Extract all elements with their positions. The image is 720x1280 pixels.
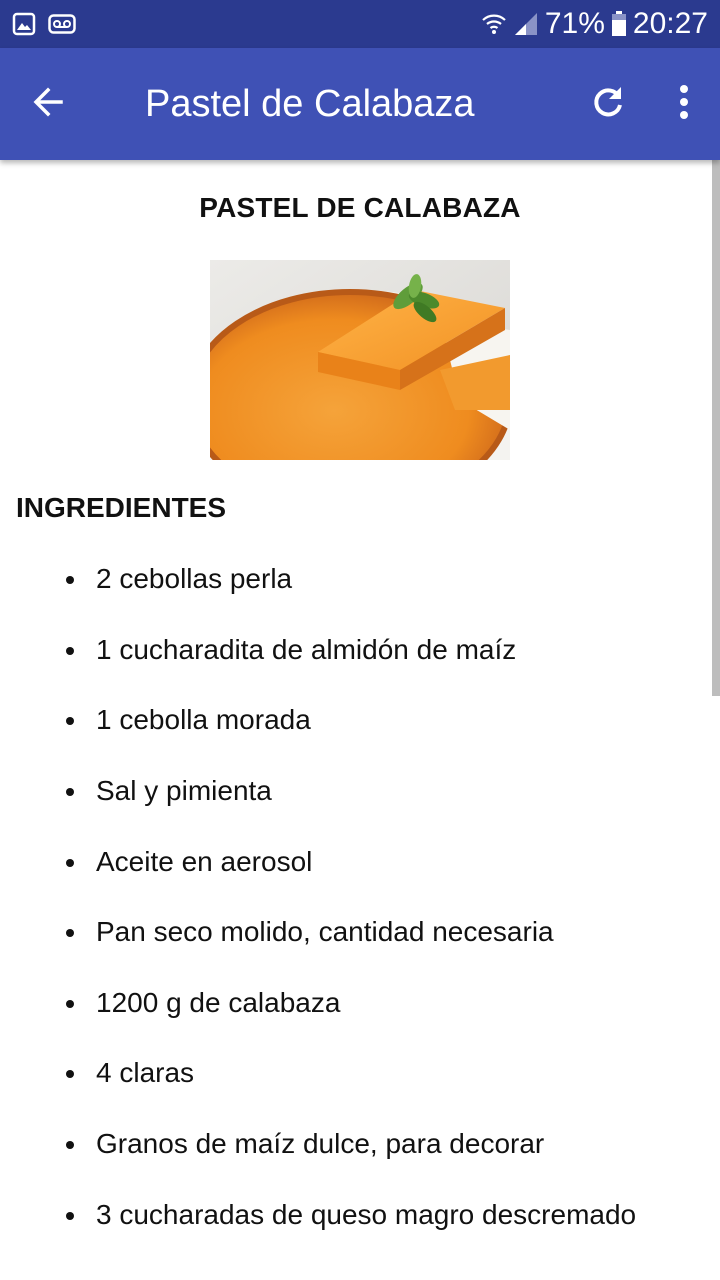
cell-signal-icon (513, 11, 539, 37)
status-system: 71% 20:27 (481, 7, 708, 41)
battery-icon (611, 11, 627, 37)
bullet (66, 1211, 74, 1220)
ingredients-list: 2 cebollas perla 1 cucharadita de almidó… (0, 544, 720, 1250)
more-options-button[interactable] (648, 48, 720, 160)
bullet (66, 576, 74, 585)
image-notification-icon (12, 12, 36, 36)
ingredient-text: 2 cebollas perla (96, 563, 293, 595)
ingredient-text: 1200 g de calabaza (96, 986, 341, 1018)
recipe-content[interactable]: PASTEL DE CALABAZA INGREDIENTES 2 ceboll… (0, 160, 720, 1280)
ingredient-text: Aceite en aerosol (96, 845, 313, 877)
bullet (66, 1070, 74, 1079)
ingredient-text: Sal y pimienta (96, 775, 272, 807)
bullet (66, 788, 74, 797)
back-button[interactable] (0, 48, 96, 160)
battery-percent: 71% (544, 7, 605, 40)
list-item: Granos de maíz dulce, para decorar (0, 1109, 720, 1180)
status-bar: 71% 20:27 (0, 0, 720, 48)
recipe-title: PASTEL DE CALABAZA (199, 192, 521, 223)
list-item: 1 cucharadita de almidón de maíz (0, 615, 720, 686)
ingredient-text: 3 cucharadas de queso magro descremado (96, 1198, 637, 1230)
clock: 20:27 (632, 7, 708, 40)
bullet (66, 717, 74, 726)
bullet (66, 929, 74, 938)
app-title: Pastel de Calabaza (145, 82, 475, 125)
recipe-photo (210, 260, 510, 460)
bullet (66, 858, 74, 867)
back-arrow-icon (31, 85, 65, 124)
bullet (66, 999, 74, 1008)
list-item: 1 cebolla morada (0, 685, 720, 756)
list-item: 2 cebollas perla (0, 544, 720, 615)
bullet (66, 1141, 74, 1150)
list-item: 3 cucharadas de queso magro descremado (0, 1179, 720, 1250)
more-vert-icon (678, 84, 690, 125)
voicemail-icon (48, 14, 76, 34)
bullet (66, 646, 74, 655)
ingredients-heading: INGREDIENTES (16, 492, 227, 523)
ingredient-text: 1 cebolla morada (96, 704, 311, 736)
list-item: Pan seco molido, cantidad necesaria (0, 897, 720, 968)
ingredient-text: 4 claras (96, 1057, 195, 1089)
scrollbar[interactable] (712, 160, 720, 696)
list-item: Sal y pimienta (0, 756, 720, 827)
ingredient-text: 1 cucharadita de almidón de maíz (96, 633, 517, 665)
refresh-button[interactable] (568, 48, 648, 160)
list-item: 4 claras (0, 1038, 720, 1109)
list-item: Aceite en aerosol (0, 826, 720, 897)
app-bar: Pastel de Calabaza (0, 48, 720, 160)
wifi-icon (481, 11, 507, 37)
list-item: 1200 g de calabaza (0, 968, 720, 1039)
status-notifications (12, 12, 76, 36)
ingredient-text: Granos de maíz dulce, para decorar (96, 1128, 545, 1160)
refresh-icon (589, 83, 627, 126)
ingredient-text: Pan seco molido, cantidad necesaria (96, 916, 554, 948)
